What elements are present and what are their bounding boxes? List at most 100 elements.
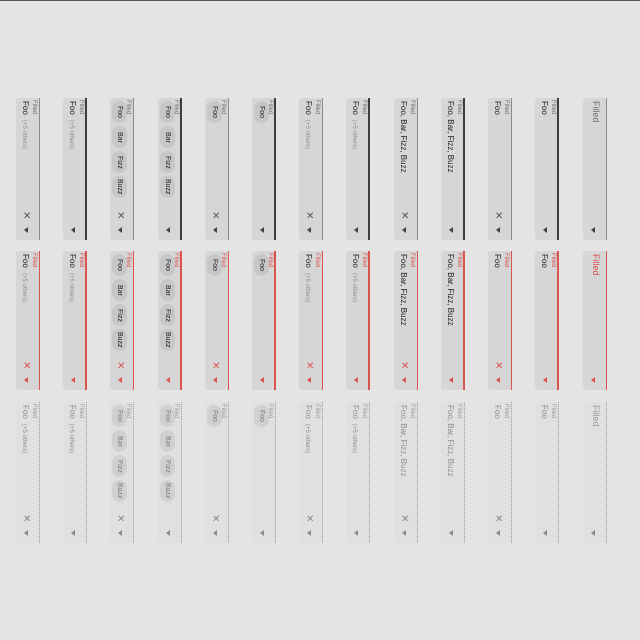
dropdown-arrow-icon[interactable] xyxy=(118,377,122,383)
select-field-default-13[interactable]: Filled xyxy=(583,98,607,240)
dropdown-arrow-icon[interactable] xyxy=(24,227,28,233)
field-value: Foo xyxy=(493,405,502,419)
chip-buzz: Buzz xyxy=(112,480,127,502)
chip-fizz[interactable]: Fizz xyxy=(112,304,127,326)
chip-bar[interactable]: Bar xyxy=(160,279,175,301)
field-label: Filled xyxy=(456,100,462,115)
dropdown-arrow-icon[interactable] xyxy=(591,377,595,383)
dropdown-arrow-icon[interactable] xyxy=(118,227,122,233)
select-field-default-11[interactable]: Filled Foo ✕ xyxy=(488,98,512,240)
select-field-default-2[interactable]: Filled Foo (+5 others) xyxy=(63,98,87,240)
chip-buzz[interactable]: Buzz xyxy=(112,176,127,198)
field-underline xyxy=(558,402,559,543)
chip-bar[interactable]: Bar xyxy=(112,279,127,301)
chip-foo[interactable]: Foo xyxy=(112,254,127,276)
chip-fizz[interactable]: Fizz xyxy=(160,304,175,326)
select-field-error-10[interactable]: Filled Foo, Bar, Fizz, Buzz xyxy=(441,251,465,390)
dropdown-arrow-icon[interactable] xyxy=(307,227,311,233)
dropdown-arrow-icon[interactable] xyxy=(449,227,453,233)
select-field-error-3[interactable]: Filled Foo Bar Fizz Buzz ✕ xyxy=(110,251,134,390)
chip-foo[interactable]: Foo xyxy=(160,101,175,123)
chip-buzz[interactable]: Buzz xyxy=(160,176,175,198)
select-field-error-6[interactable]: Filled Foo xyxy=(252,251,276,390)
dropdown-arrow-icon[interactable] xyxy=(354,377,358,383)
select-field-error-11[interactable]: Filled Foo ✕ xyxy=(488,251,512,390)
field-underline xyxy=(39,98,40,240)
dropdown-arrow-icon[interactable] xyxy=(213,227,217,233)
close-icon[interactable]: ✕ xyxy=(306,362,314,372)
dropdown-arrow-icon[interactable] xyxy=(260,227,264,233)
field-value: Foo, Bar, Fizz, Buzz xyxy=(446,405,455,477)
dropdown-arrow-icon[interactable] xyxy=(71,227,75,233)
close-icon[interactable]: ✕ xyxy=(23,212,31,222)
dropdown-arrow-icon[interactable] xyxy=(166,227,170,233)
dropdown-arrow-icon[interactable] xyxy=(71,377,75,383)
select-field-error-4[interactable]: Filled Foo Bar Fizz Buzz xyxy=(158,251,182,390)
field-label: Filled xyxy=(409,253,415,268)
chip-foo[interactable]: Foo xyxy=(254,101,269,123)
select-field-error-2[interactable]: Filled Foo (+5 others) xyxy=(63,251,87,390)
chip-label: Bar xyxy=(164,435,171,447)
chip-buzz[interactable]: Buzz xyxy=(160,329,175,351)
dropdown-arrow-icon[interactable] xyxy=(354,227,358,233)
close-icon[interactable]: ✕ xyxy=(212,212,220,222)
chip-label: Buzz xyxy=(164,483,171,499)
chip-foo[interactable]: Foo xyxy=(160,254,175,276)
chip-foo[interactable]: Foo xyxy=(207,254,222,276)
field-underline xyxy=(228,98,229,240)
select-field-default-12[interactable]: Filled Foo xyxy=(535,98,559,240)
chip-fizz[interactable]: Fizz xyxy=(160,151,175,173)
select-field-default-7[interactable]: Filled Foo (+5 others) ✕ xyxy=(299,98,323,240)
close-icon[interactable]: ✕ xyxy=(212,362,220,372)
chip-fizz[interactable]: Fizz xyxy=(112,151,127,173)
dropdown-arrow-icon[interactable] xyxy=(543,227,547,233)
dropdown-arrow-icon[interactable] xyxy=(543,377,547,383)
close-icon[interactable]: ✕ xyxy=(401,362,409,372)
select-field-error-12[interactable]: Filled Foo xyxy=(535,251,559,390)
chip-bar[interactable]: Bar xyxy=(160,126,175,148)
close-icon[interactable]: ✕ xyxy=(117,362,125,372)
dropdown-arrow-icon[interactable] xyxy=(213,377,217,383)
select-field-error-13[interactable]: Filled xyxy=(583,251,607,390)
select-field-error-7[interactable]: Filled Foo (+5 others) ✕ xyxy=(299,251,323,390)
dropdown-arrow-icon[interactable] xyxy=(591,227,595,233)
chip-bar: Bar xyxy=(112,430,127,452)
field-hint: (+5 others) xyxy=(21,273,27,303)
close-icon[interactable]: ✕ xyxy=(495,212,503,222)
select-field-error-5[interactable]: Filled Foo ✕ xyxy=(205,251,229,390)
select-field-default-1[interactable]: Filled Foo (+5 others) ✕ xyxy=(16,98,40,240)
dropdown-arrow-icon[interactable] xyxy=(166,377,170,383)
chip-label: Fizz xyxy=(116,155,123,169)
field-value: Foo xyxy=(304,254,313,268)
chip-bar[interactable]: Bar xyxy=(112,126,127,148)
select-field-default-5[interactable]: Filled Foo ✕ xyxy=(205,98,229,240)
dropdown-arrow-icon[interactable] xyxy=(307,377,311,383)
select-field-default-3[interactable]: Filled Foo Bar Fizz Buzz ✕ xyxy=(110,98,134,240)
dropdown-arrow-icon[interactable] xyxy=(402,377,406,383)
select-field-default-6[interactable]: Filled Foo xyxy=(252,98,276,240)
select-field-default-9[interactable]: Filled Foo, Bar, Fizz, Buzz ✕ xyxy=(394,98,418,240)
close-icon[interactable]: ✕ xyxy=(401,212,409,222)
dropdown-arrow-icon[interactable] xyxy=(449,377,453,383)
dropdown-arrow-icon[interactable] xyxy=(496,377,500,383)
field-value: Foo xyxy=(493,254,502,268)
select-field-default-8[interactable]: Filled Foo (+5 others) xyxy=(346,98,370,240)
dropdown-arrow-icon[interactable] xyxy=(24,377,28,383)
select-field-error-9[interactable]: Filled Foo, Bar, Fizz, Buzz ✕ xyxy=(394,251,418,390)
chip-buzz[interactable]: Buzz xyxy=(112,329,127,351)
select-field-default-10[interactable]: Filled Foo, Bar, Fizz, Buzz xyxy=(441,98,465,240)
select-field-error-1[interactable]: Filled Foo (+5 others) ✕ xyxy=(16,251,40,390)
select-field-error-8[interactable]: Filled Foo (+5 others) xyxy=(346,251,370,390)
chip-foo[interactable]: Foo xyxy=(112,101,127,123)
close-icon[interactable]: ✕ xyxy=(495,362,503,372)
dropdown-arrow-icon[interactable] xyxy=(402,227,406,233)
close-icon[interactable]: ✕ xyxy=(306,212,314,222)
chip-foo[interactable]: Foo xyxy=(254,254,269,276)
dropdown-arrow-icon[interactable] xyxy=(260,377,264,383)
close-icon[interactable]: ✕ xyxy=(117,212,125,222)
dropdown-arrow-icon[interactable] xyxy=(496,227,500,233)
select-field-disabled-1: Filled Foo (+5 others) ✕ xyxy=(16,402,40,543)
select-field-default-4[interactable]: Filled Foo Bar Fizz Buzz xyxy=(158,98,182,240)
chip-foo[interactable]: Foo xyxy=(207,101,222,123)
close-icon[interactable]: ✕ xyxy=(23,362,31,372)
